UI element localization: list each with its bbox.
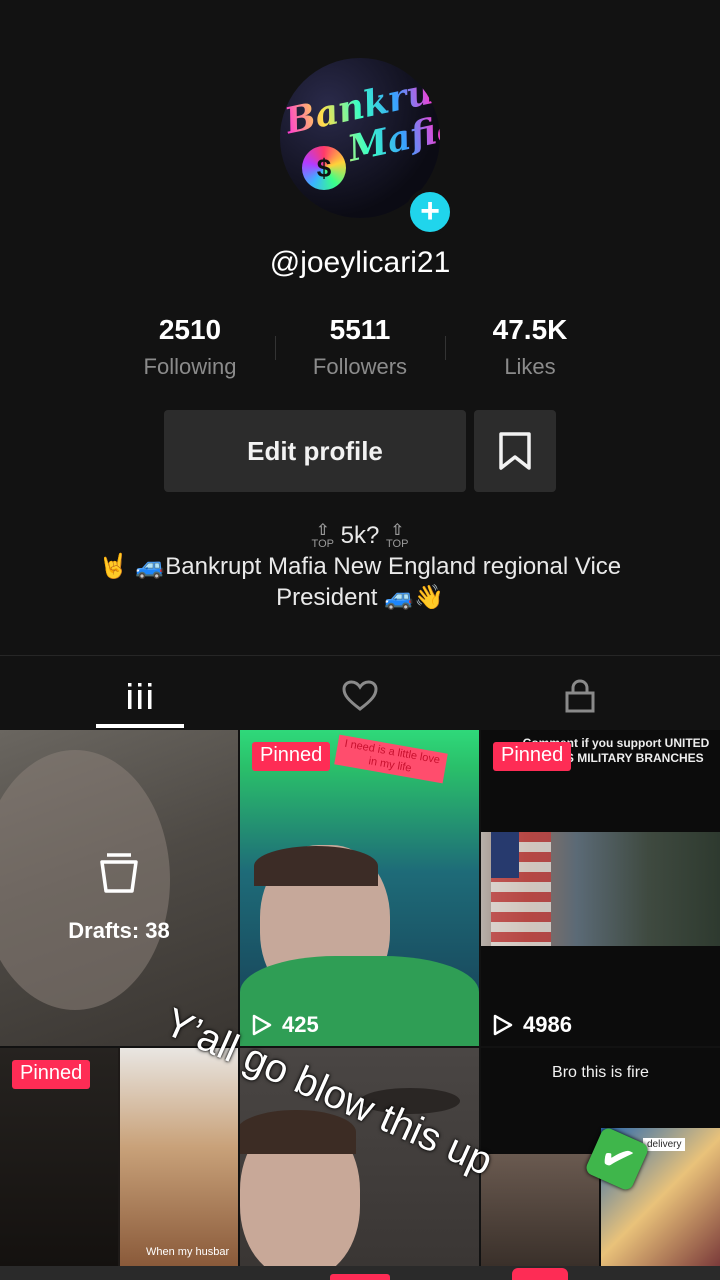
pinned-badge: Pinned bbox=[493, 742, 572, 771]
stat-followers[interactable]: 5511 Followers bbox=[275, 314, 445, 380]
view-count: 425 bbox=[252, 1012, 319, 1038]
video-caption-text: When my husbar bbox=[146, 1246, 230, 1258]
pinned-badge: Pinned bbox=[12, 1060, 91, 1089]
inbox-badge bbox=[512, 1268, 568, 1280]
heart-icon bbox=[342, 680, 378, 711]
tab-active-indicator bbox=[96, 724, 184, 728]
flag-canton bbox=[491, 832, 519, 878]
collage-label: delivery bbox=[643, 1138, 686, 1151]
tabs-divider bbox=[0, 655, 720, 656]
grid-icon bbox=[128, 683, 152, 709]
likes-label: Likes bbox=[504, 354, 556, 379]
followers-label: Followers bbox=[312, 354, 408, 379]
profile-bio: ⇧ TOP 5k? ⇧ TOP 🤘 🚙Bankrupt Mafia New Engl… bbox=[60, 520, 660, 613]
bio-line-1: ⇧ TOP 5k? ⇧ TOP bbox=[311, 521, 409, 550]
add-avatar-plus-icon[interactable]: + bbox=[406, 188, 454, 236]
video-tile[interactable]: Comment if you support UNITED STATES MIL… bbox=[481, 730, 720, 1046]
bookmark-icon bbox=[499, 432, 531, 470]
edit-profile-button[interactable]: Edit profile bbox=[164, 410, 466, 492]
tab-private[interactable] bbox=[460, 668, 700, 724]
video-grid: Drafts: 38 I need is a little love in my… bbox=[0, 730, 720, 1266]
drafts-tile[interactable]: Drafts: 38 bbox=[0, 730, 238, 1046]
stat-likes[interactable]: 47.5K Likes bbox=[445, 314, 615, 380]
money-bag-icon: $ bbox=[302, 146, 346, 190]
likes-count: 47.5K bbox=[492, 314, 568, 345]
top-arrow-icon: ⇧ TOP bbox=[311, 521, 334, 550]
tab-liked[interactable] bbox=[240, 668, 480, 724]
play-icon bbox=[252, 1014, 272, 1036]
video-tile[interactable]: I need is a little love in my life Pinne… bbox=[240, 730, 479, 1046]
drafts-icon bbox=[100, 853, 138, 893]
video-caption-sticker: I need is a little love in my life bbox=[334, 734, 448, 784]
video-caption-text: Bro this is fire bbox=[552, 1064, 649, 1081]
bio-line-2: 🤘 🚙Bankrupt Mafia New England regional V… bbox=[98, 553, 622, 611]
drafts-count: Drafts: 38 bbox=[68, 918, 170, 943]
tab-videos[interactable] bbox=[20, 668, 260, 724]
lock-icon bbox=[565, 679, 595, 713]
following-count: 2510 bbox=[158, 314, 222, 345]
favorites-button[interactable] bbox=[474, 410, 556, 492]
video-thumbnail-hair bbox=[254, 846, 378, 886]
video-thumbnail-right bbox=[120, 1048, 238, 1266]
pinned-badge: Pinned bbox=[252, 742, 331, 771]
followers-count: 5511 bbox=[329, 314, 391, 345]
play-icon bbox=[493, 1014, 513, 1036]
top-arrow-icon: ⇧ TOP bbox=[386, 521, 409, 550]
profile-stats: 2510 Following 5511 Followers 47.5K Like… bbox=[0, 314, 720, 384]
username: @joeylicari21 bbox=[269, 246, 451, 279]
draft-thumbnail-face bbox=[0, 750, 170, 1010]
stat-following[interactable]: 2510 Following bbox=[105, 314, 275, 380]
video-thumbnail-soldiers bbox=[481, 832, 720, 946]
view-count: 4986 bbox=[493, 1012, 572, 1038]
following-label: Following bbox=[143, 354, 237, 379]
video-tile[interactable]: When my husbar Pinned bbox=[0, 1048, 238, 1266]
create-button[interactable] bbox=[330, 1274, 390, 1280]
profile-avatar-area: Bankrupt Mafia $ + bbox=[280, 58, 454, 236]
